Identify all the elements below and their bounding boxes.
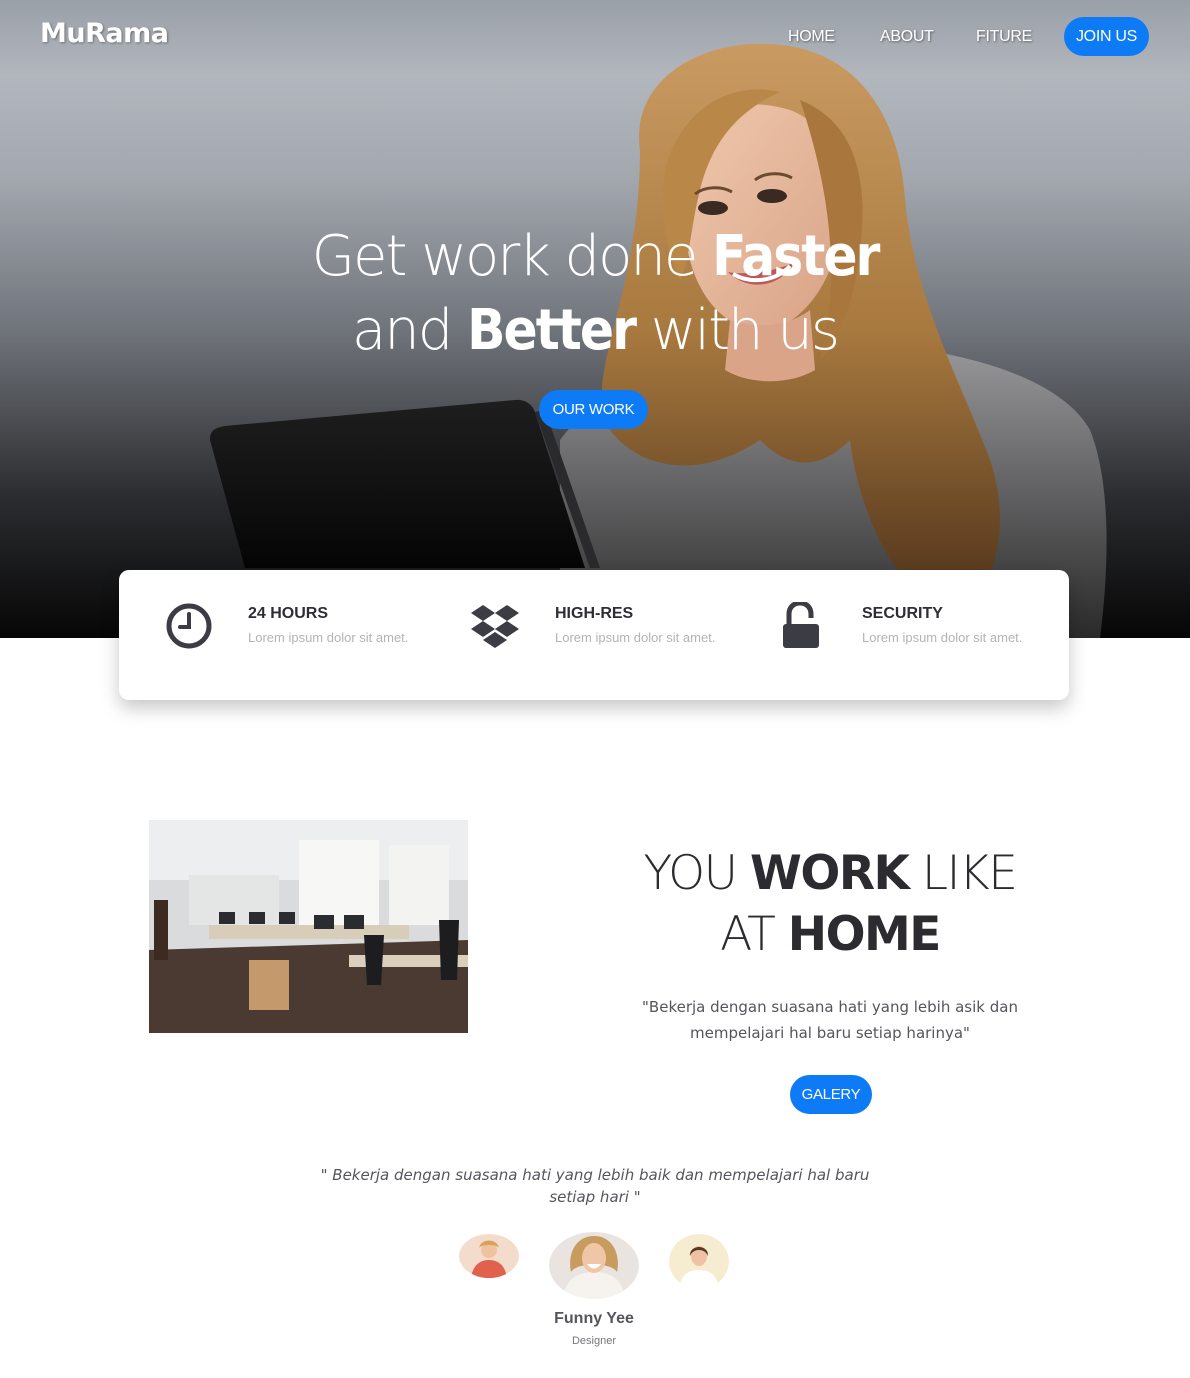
- feature-title: HIGH-RES: [555, 605, 634, 622]
- feature-description: Lorem ipsum dolor sit amet.: [862, 630, 1023, 645]
- unlock-icon: [783, 602, 819, 648]
- top-navbar: MuRama HOME ABOUT FITURE JOIN US: [0, 0, 1190, 76]
- office-photo: [149, 820, 468, 1033]
- avatar[interactable]: [669, 1234, 729, 1289]
- nav-fiture-link[interactable]: FITURE: [976, 28, 1032, 46]
- dropbox-icon: [471, 605, 519, 648]
- about-headline: YOU WORK LIKE AT HOME: [600, 843, 1060, 965]
- hero-headline-emphasis: Better: [467, 298, 637, 363]
- hero-headline-text: Get work done: [311, 224, 713, 289]
- feature-security: SECURITY Lorem ipsum dolor sit amet.: [751, 570, 1069, 700]
- galery-button[interactable]: GALERY: [790, 1075, 872, 1114]
- nav-about-link[interactable]: ABOUT: [880, 28, 934, 46]
- feature-title: 24 HOURS: [248, 605, 329, 622]
- our-work-button[interactable]: OUR WORK: [539, 390, 648, 429]
- feature-title: SECURITY: [862, 605, 943, 622]
- hero-headline: Get work done Faster and Better with us: [0, 220, 1190, 368]
- nav-home-link[interactable]: HOME: [788, 28, 835, 46]
- features-card: 24 HOURS Lorem ipsum dolor sit amet. HIG…: [119, 570, 1069, 700]
- about-headline-emphasis: HOME: [787, 907, 942, 962]
- hero-headline-text: with us: [634, 298, 840, 363]
- about-headline-text: LIKE: [908, 846, 1018, 901]
- hero-headline-text: and: [351, 298, 468, 363]
- join-us-button[interactable]: JOIN US: [1064, 17, 1149, 56]
- hero-headline-emphasis: Faster: [712, 224, 880, 289]
- about-headline-text: AT: [720, 907, 788, 962]
- feature-high-res: HIGH-RES Lorem ipsum dolor sit amet.: [435, 570, 751, 700]
- brand-logo[interactable]: MuRama: [40, 18, 169, 49]
- avatar[interactable]: [549, 1232, 639, 1299]
- about-headline-text: YOU: [643, 846, 751, 901]
- avatar[interactable]: [459, 1234, 519, 1278]
- feature-description: Lorem ipsum dolor sit amet.: [248, 630, 409, 645]
- feature-24-hours: 24 HOURS Lorem ipsum dolor sit amet.: [119, 570, 435, 700]
- hero-section: MuRama HOME ABOUT FITURE JOIN US Get wor…: [0, 0, 1190, 638]
- testimonial-name: Funny Yee: [554, 1310, 634, 1327]
- clock-icon: [166, 603, 212, 649]
- testimonial-role: Designer: [571, 1335, 617, 1347]
- testimonial-quote: " Bekerja dengan suasana hati yang lebih…: [320, 1166, 870, 1206]
- about-quote: "Bekerja dengan suasana hati yang lebih …: [642, 998, 1018, 1042]
- about-headline-emphasis: WORK: [750, 846, 910, 901]
- feature-description: Lorem ipsum dolor sit amet.: [555, 630, 716, 645]
